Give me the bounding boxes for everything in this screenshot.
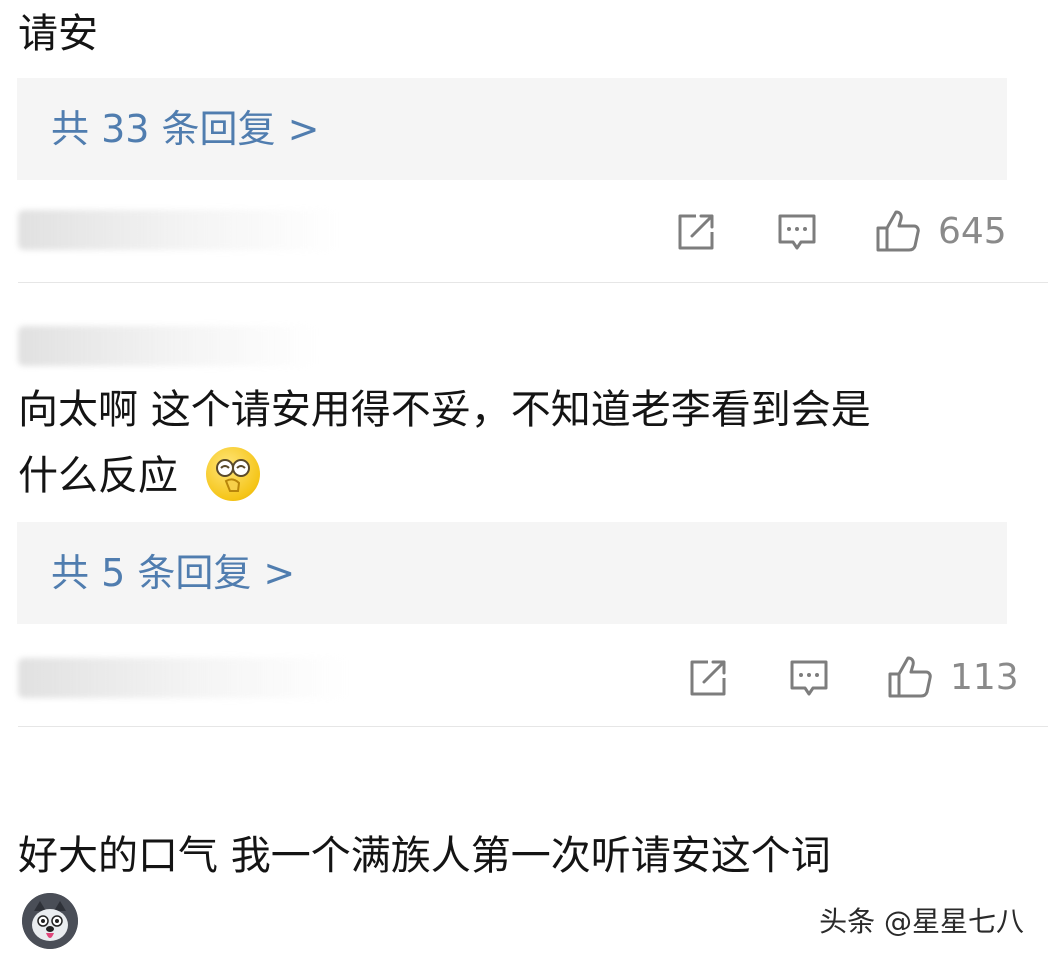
share-icon[interactable] <box>674 210 718 254</box>
comment-text: 请安 <box>18 11 98 57</box>
comment-meta-blurred <box>18 658 348 698</box>
comment-icon[interactable] <box>787 656 831 700</box>
comment-icon[interactable] <box>775 210 819 254</box>
comment-author-blurred <box>18 326 318 366</box>
thumbs-up-icon[interactable] <box>886 652 934 700</box>
comment-text-line-1: 向太啊 这个请安用得不妥，不知道老李看到会是 <box>18 387 871 433</box>
reply-summary-box[interactable]: 共 33 条回复 > <box>17 78 1007 180</box>
watermark: 头条 @星星七八 <box>819 905 1024 938</box>
covering-face-emoji <box>206 447 260 501</box>
like-count: 113 <box>950 657 1019 698</box>
thumbs-up-icon[interactable] <box>874 206 922 254</box>
share-icon[interactable] <box>686 656 730 700</box>
comment-divider <box>18 282 1048 283</box>
comment-text-line-2: 什么反应 <box>18 453 178 499</box>
comment-divider <box>18 726 1048 727</box>
like-count: 645 <box>938 211 1007 252</box>
view-replies-link[interactable]: 共 5 条回复 > <box>51 522 295 624</box>
view-replies-link[interactable]: 共 33 条回复 > <box>51 78 319 180</box>
avatar[interactable] <box>22 893 78 949</box>
comment-meta-blurred <box>18 210 338 250</box>
reply-summary-box[interactable]: 共 5 条回复 > <box>17 522 1007 624</box>
comment-text: 好大的口气 我一个满族人第一次听请安这个词 <box>18 833 831 879</box>
